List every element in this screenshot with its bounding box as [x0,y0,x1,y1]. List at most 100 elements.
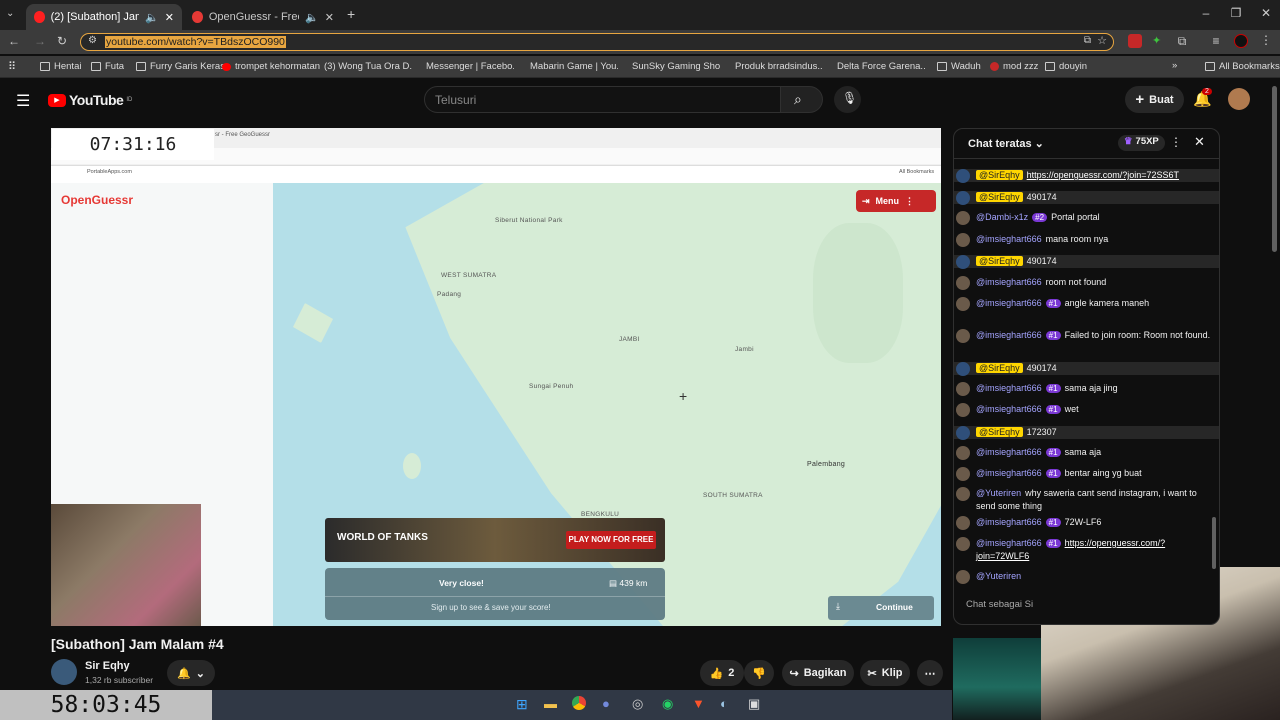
chat-author-avatar[interactable] [956,516,970,530]
tab-youtube[interactable]: (2) [Subathon] Jam Malam # 🔈 ✕ [26,4,182,30]
forward-icon[interactable]: → [32,34,48,48]
tab-search-icon[interactable]: ⌄ [6,8,20,22]
channel-avatar[interactable] [51,659,77,685]
address-bar[interactable]: ⚙ youtube.com/watch?v=TBdszOCO990 ⧉ ☆ [80,33,1114,51]
ad-play-button[interactable]: PLAY NOW FOR FREE [566,531,656,549]
search-button[interactable]: ⌕ [781,86,823,113]
chat-author-avatar[interactable] [956,329,970,343]
chat-author-avatar[interactable] [956,297,970,311]
clip-button[interactable]: ✂ Klip [860,660,910,686]
bookmark-modzzz[interactable]: mod zzz [990,61,1038,72]
chat-author-name[interactable]: @imsieghart666 [976,330,1042,340]
bookmark-hentai[interactable]: Hentai [40,61,81,72]
chat-author-name[interactable]: @imsieghart666 [976,298,1042,308]
chat-author-name[interactable]: @Yuteriren [976,571,1021,581]
chat-author-name[interactable]: @SirEqhy [976,192,1023,202]
close-window-icon[interactable]: ✕ [1256,6,1276,22]
dislike-button[interactable]: 👎 [744,660,774,686]
page-scrollbar[interactable] [1272,86,1277,252]
chat-author-name[interactable]: @imsieghart666 [976,517,1042,527]
bookmark-futa[interactable]: Futa [91,61,124,72]
chat-author-avatar[interactable] [956,426,970,440]
bookmark-star-icon[interactable]: ☆ [1097,34,1107,47]
signup-link[interactable]: Sign up to see & save your score! [431,603,551,612]
chat-author-name[interactable]: @Dambi-x1z [976,212,1028,222]
chat-author-avatar[interactable] [956,467,970,481]
search-input[interactable]: Telusuri [424,86,781,113]
chat-author-avatar[interactable] [956,362,970,376]
chat-author-avatar[interactable] [956,446,970,460]
apps-icon[interactable]: ⠿ [8,60,16,73]
new-tab-icon[interactable]: + [347,6,355,22]
chat-author-name[interactable]: @SirEqhy [976,427,1023,437]
bookmark-deltaforce[interactable]: Delta Force Garena... [833,61,925,72]
chat-author-avatar[interactable] [956,169,970,183]
chat-author-name[interactable]: @imsieghart666 [976,538,1042,548]
chat-author-avatar[interactable] [956,382,970,396]
game-menu-button[interactable]: ⇥ Menu ⋮ [856,190,936,212]
continue-button[interactable]: ⤓ Continue [828,596,934,620]
chat-author-avatar[interactable] [956,255,970,269]
extension-icon[interactable] [1128,34,1142,48]
chat-author-name[interactable]: @SirEqhy [976,363,1023,373]
all-bookmarks[interactable]: All Bookmarks [1205,61,1280,72]
tab-close-icon[interactable]: ✕ [165,11,174,24]
bookmark-sunsky[interactable]: SunSky Gaming Sho... [628,61,720,72]
chat-author-name[interactable]: @imsieghart666 [976,383,1042,393]
bookmark-produk[interactable]: Produk brradsindus... [731,61,823,72]
bookmark-mabarin[interactable]: Mabarin Game | You... [526,61,618,72]
restore-icon[interactable]: ❐ [1226,6,1246,22]
bookmark-label: Mabarin Game | You... [530,61,618,72]
chat-author-name[interactable]: @SirEqhy [976,170,1023,180]
chat-author-avatar[interactable] [956,487,970,501]
minimize-icon[interactable]: – [1196,6,1216,22]
create-button[interactable]: + Buat [1125,86,1184,113]
chat-author-name[interactable]: @imsieghart666 [976,404,1042,414]
hamburger-menu-icon[interactable]: ☰ [16,91,30,111]
channel-name[interactable]: Sir Eqhy [85,660,130,672]
bookmarks-overflow-icon[interactable]: » [1172,60,1177,71]
tab-close-icon[interactable]: ✕ [325,11,334,24]
reload-icon[interactable]: ↻ [54,34,70,48]
chat-author-avatar[interactable] [956,276,970,290]
chat-input[interactable]: Chat sebagai Si [966,599,1046,615]
bookmark-trompet[interactable]: trompet kehormatan [222,61,320,72]
more-actions-button[interactable]: ⋯ [917,660,943,686]
bookmark-messenger[interactable]: Messenger | Facebo... [422,61,514,72]
chat-author-avatar[interactable] [956,537,970,551]
chat-author-avatar[interactable] [956,211,970,225]
video-player[interactable]: sr - Free GeoGuessr PortableApps.com All… [51,128,941,626]
share-button[interactable]: ↪ Bagikan [782,660,854,686]
profile-avatar[interactable] [1234,34,1248,48]
chat-author-name[interactable]: @imsieghart666 [976,277,1042,287]
chat-author-name[interactable]: @imsieghart666 [976,468,1042,478]
extensions-icon[interactable]: ⧉ [1174,34,1190,49]
url-text[interactable]: youtube.com/watch?v=TBdszOCO990 [105,36,286,48]
site-info-icon[interactable]: ⚙ [88,35,97,46]
chat-author-avatar[interactable] [956,403,970,417]
extension-leaf-icon[interactable]: ✦ [1152,34,1164,48]
chat-author-name[interactable]: @imsieghart666 [976,447,1042,457]
voice-search-button[interactable]: 🎙 [834,86,861,113]
account-avatar[interactable] [1228,88,1250,110]
bookmark-waduh[interactable]: Waduh [937,61,981,72]
chat-author-avatar[interactable] [956,233,970,247]
bookmark-furry[interactable]: Furry Garis Keras [136,61,225,72]
bookmark-douyin[interactable]: douyin [1045,61,1087,72]
chat-message-link[interactable]: https://openguessr.com/?join=72SS6T [1027,170,1179,180]
install-icon[interactable]: ⧉ [1084,35,1091,46]
youtube-logo[interactable]: ▶ YouTube ID [48,92,132,108]
chrome-menu-icon[interactable]: ⋮ [1258,33,1274,47]
like-button[interactable]: 👍 2 [700,660,744,686]
media-icon[interactable]: ≡ [1208,34,1224,48]
subscription-bell-button[interactable]: 🔔 ⌄ [167,660,215,686]
chat-author-avatar[interactable] [956,191,970,205]
tab-openguessr[interactable]: OpenGuessr - Free GeoGue 🔈 ✕ [184,4,342,30]
chat-author-name[interactable]: @Yuteriren [976,488,1021,498]
chat-author-name[interactable]: @imsieghart666 [976,234,1042,244]
chat-author-avatar[interactable] [956,570,970,584]
back-icon[interactable]: ← [6,34,22,48]
bookmark-wongtua[interactable]: (3) Wong Tua Ora D... [320,61,412,72]
chat-author-name[interactable]: @SirEqhy [976,256,1023,266]
chat-scrollbar[interactable] [1212,517,1216,569]
